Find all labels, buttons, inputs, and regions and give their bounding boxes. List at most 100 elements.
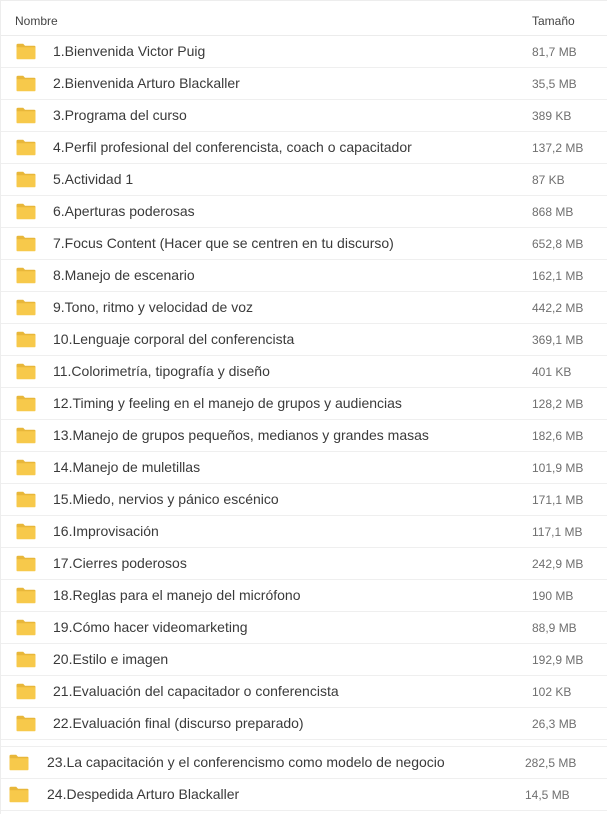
folder-row[interactable]: 18.Reglas para el manejo del micrófono 1… [1,580,607,612]
folder-size: 14,5 MB [525,788,570,802]
folder-row[interactable]: 15.Miedo, nervios y pánico escénico 171,… [1,484,607,516]
folder-name: 11.Colorimetría, tipografía y diseño [53,363,270,379]
folder-name: 23.La capacitación y el conferencismo co… [47,754,445,770]
folder-row[interactable]: 19.Cómo hacer videomarketing 88,9 MB [1,612,607,644]
folder-icon [16,427,36,444]
folder-icon [16,299,36,316]
folder-icon [16,107,36,124]
folder-row[interactable]: 4.Perfil profesional del conferencista, … [1,132,607,164]
folder-size: 282,5 MB [525,756,577,770]
folder-row[interactable]: 13.Manejo de grupos pequeños, medianos y… [1,420,607,452]
folder-row[interactable]: 24.Despedida Arturo Blackaller 14,5 MB [1,779,607,811]
folder-row[interactable]: 16.Improvisación 117,1 MB [1,516,607,548]
folder-icon [9,754,29,771]
folder-row[interactable]: 20.Estilo e imagen 192,9 MB [1,644,607,676]
folder-icon [16,523,36,540]
folder-size: 389 KB [532,109,572,123]
folder-size: 190 MB [532,589,574,603]
folder-icon [16,683,36,700]
list-header: Nombre Tamaño [1,0,607,36]
folder-name: 1.Bienvenida Victor Puig [53,43,206,59]
folder-row[interactable]: 5.Actividad 1 87 KB [1,164,607,196]
folder-name: 20.Estilo e imagen [53,651,169,667]
folder-size: 117,1 MB [532,525,583,539]
folder-name: 17.Cierres poderosos [53,555,187,571]
folder-name: 2.Bienvenida Arturo Blackaller [53,75,240,91]
folder-size: 102 KB [532,685,572,699]
folder-icon [16,235,36,252]
folder-size: 101,9 MB [532,461,584,475]
folder-name: 14.Manejo de muletillas [53,459,201,475]
folder-size: 182,6 MB [532,429,584,443]
folder-size: 87 KB [532,173,565,187]
folder-name: 8.Manejo de escenario [53,267,195,283]
folder-icon [16,171,36,188]
folder-icon [16,587,36,604]
folder-row[interactable]: 17.Cierres poderosos 242,9 MB [1,548,607,580]
folder-row[interactable]: 3.Programa del curso 389 KB [1,100,607,132]
folder-row[interactable]: 9.Tono, ritmo y velocidad de voz 442,2 M… [1,292,607,324]
folder-name: 24.Despedida Arturo Blackaller [47,786,240,802]
folder-size: 868 MB [532,205,574,219]
folder-icon [9,786,29,803]
folder-icon [16,459,36,476]
folder-size: 81,7 MB [532,45,577,59]
folder-size: 128,2 MB [532,397,584,411]
folder-row[interactable]: 6.Aperturas poderosas 868 MB [1,196,607,228]
folder-size: 442,2 MB [532,301,584,315]
folder-name: 4.Perfil profesional del conferencista, … [53,139,412,155]
file-list-panel: Nombre Tamaño 1.Bienvenida Victor Puig 8… [0,0,607,814]
folder-row[interactable]: 8.Manejo de escenario 162,1 MB [1,260,607,292]
folder-name: 18.Reglas para el manejo del micrófono [53,587,301,603]
folder-row[interactable]: 11.Colorimetría, tipografía y diseño 401… [1,356,607,388]
folder-row[interactable]: 10.Lenguaje corporal del conferencista 3… [1,324,607,356]
folder-row[interactable]: 12.Timing y feeling en el manejo de grup… [1,388,607,420]
folder-list: 1.Bienvenida Victor Puig 81,7 MB 2.Bienv… [1,36,607,740]
folder-name: 12.Timing y feeling en el manejo de grup… [53,395,402,411]
folder-icon [16,491,36,508]
folder-size: 401 KB [532,365,572,379]
folder-icon [16,555,36,572]
folder-size: 369,1 MB [532,333,584,347]
folder-icon [16,331,36,348]
folder-name: 5.Actividad 1 [53,171,134,187]
folder-name: 13.Manejo de grupos pequeños, medianos y… [53,427,429,443]
folder-name: 3.Programa del curso [53,107,187,123]
column-header-name[interactable]: Nombre [15,14,58,28]
folder-icon [16,75,36,92]
folder-icon [16,651,36,668]
folder-size: 192,9 MB [532,653,584,667]
folder-size: 88,9 MB [532,621,577,635]
folder-row[interactable]: 7.Focus Content (Hacer que se centren en… [1,228,607,260]
folder-row[interactable]: 2.Bienvenida Arturo Blackaller 35,5 MB [1,68,607,100]
folder-icon [16,715,36,732]
folder-row[interactable]: 21.Evaluación del capacitador o conferen… [1,676,607,708]
folder-icon [16,395,36,412]
folder-icon [16,203,36,220]
folder-name: 10.Lenguaje corporal del conferencista [53,331,295,347]
folder-size: 652,8 MB [532,237,584,251]
folder-list-secondary: 23.La capacitación y el conferencismo co… [1,746,607,811]
folder-icon [16,139,36,156]
column-header-size[interactable]: Tamaño [532,14,575,28]
folder-size: 242,9 MB [532,557,584,571]
folder-row[interactable]: 14.Manejo de muletillas 101,9 MB [1,452,607,484]
folder-name: 7.Focus Content (Hacer que se centren en… [53,235,394,251]
folder-name: 6.Aperturas poderosas [53,203,195,219]
folder-row[interactable]: 22.Evaluación final (discurso preparado)… [1,708,607,740]
folder-icon [16,619,36,636]
folder-name: 9.Tono, ritmo y velocidad de voz [53,299,253,315]
folder-icon [16,363,36,380]
folder-name: 16.Improvisación [53,523,159,539]
folder-row[interactable]: 23.La capacitación y el conferencismo co… [1,747,607,779]
folder-name: 19.Cómo hacer videomarketing [53,619,248,635]
folder-name: 22.Evaluación final (discurso preparado) [53,715,304,731]
folder-icon [16,43,36,60]
folder-size: 137,2 MB [532,141,584,155]
folder-row[interactable]: 1.Bienvenida Victor Puig 81,7 MB [1,36,607,68]
folder-name: 15.Miedo, nervios y pánico escénico [53,491,279,507]
folder-icon [16,267,36,284]
folder-name: 21.Evaluación del capacitador o conferen… [53,683,339,699]
folder-size: 26,3 MB [532,717,577,731]
folder-size: 35,5 MB [532,77,577,91]
